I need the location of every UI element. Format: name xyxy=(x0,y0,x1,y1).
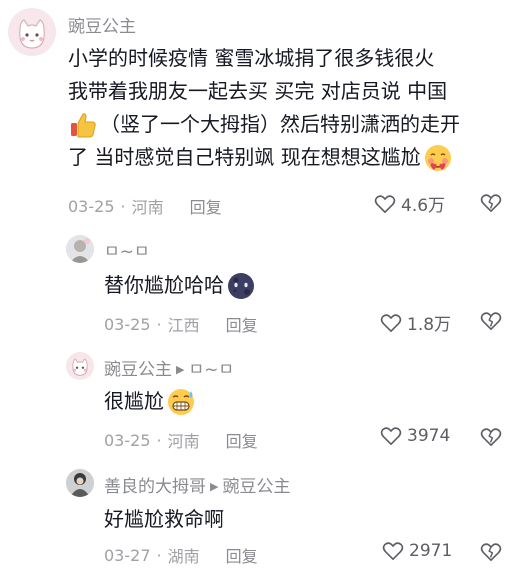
reply-button[interactable]: 回复 xyxy=(190,194,222,218)
comment-meta: 03-25 · 河南 回复 xyxy=(104,428,258,452)
broken-heart-icon xyxy=(480,194,502,212)
reply-button[interactable]: 回复 xyxy=(226,543,258,567)
reply-to-username[interactable]: 豌豆公主 xyxy=(222,477,290,497)
comment-location: 河南 xyxy=(167,432,200,451)
dark-moon-emoji-icon xyxy=(226,271,256,301)
avatar[interactable] xyxy=(66,352,94,380)
photo-avatar-icon xyxy=(66,235,94,263)
like-count: 1.8万 xyxy=(407,315,452,335)
broken-heart-icon xyxy=(480,428,502,446)
comment-date: 03-25 xyxy=(104,430,151,450)
reply-arrow-icon: ▶ xyxy=(176,363,185,376)
comment-date: 03-25 xyxy=(104,314,151,334)
heart-icon xyxy=(382,542,404,560)
broken-heart-icon xyxy=(480,543,502,561)
comment-item: 善良的大拇哥 ▶ 豌豆公主 好尴尬救命啊 03-27 · 湖南 回复 2971 xyxy=(0,459,527,574)
comment-line: 小学的时候疫情 蜜雪冰城捐了很多钱很火 xyxy=(68,46,435,70)
username[interactable]: 豌豆公主 ▶ ㅁ~ㅁ xyxy=(104,355,234,380)
comment-location: 江西 xyxy=(167,316,200,335)
reply-arrow-icon: ▶ xyxy=(210,480,219,493)
broken-heart-icon xyxy=(480,312,502,330)
username[interactable]: 豌豆公主 xyxy=(68,12,136,37)
comment-line: （竖了一个大拇指）然后特别潇洒的走开 xyxy=(68,108,518,141)
comment-date: 03-25 xyxy=(68,196,115,216)
comment-text: 好尴尬救命啊 xyxy=(104,507,224,531)
meta-separator: · xyxy=(156,314,162,334)
username[interactable]: 善良的大拇哥 ▶ 豌豆公主 xyxy=(104,472,290,497)
heart-icon xyxy=(380,313,402,332)
comment-text: 很尴尬 xyxy=(104,385,196,418)
comment-item: 豌豆公主 ▶ ㅁ~ㅁ 很尴尬 03-25 · 河南 回复 3974 xyxy=(0,343,527,459)
reply-button[interactable]: 回复 xyxy=(226,312,258,336)
comment-meta: 03-27 · 湖南 回复 xyxy=(104,543,258,567)
comment-date: 03-27 xyxy=(104,545,151,565)
like-button[interactable]: 1.8万 xyxy=(380,310,451,335)
comment-location: 湖南 xyxy=(167,547,200,566)
dislike-button[interactable] xyxy=(480,311,502,335)
meta-separator: · xyxy=(120,196,126,216)
comment-line: 我带着我朋友一起去买 买完 对店员说 中国 xyxy=(68,79,448,103)
thumbs-up-emoji-icon xyxy=(68,110,98,140)
comment-item: ㅁ~ㅁ 替你尴尬哈哈 03-25 · 江西 回复 1.8万 xyxy=(0,225,527,343)
cat-avatar-icon xyxy=(8,8,56,56)
reply-to-username[interactable]: ㅁ~ㅁ xyxy=(188,360,234,380)
like-count: 3974 xyxy=(407,426,451,446)
comment-meta: 03-25 · 江西 回复 xyxy=(104,312,258,336)
like-count: 4.6万 xyxy=(401,196,446,216)
meta-separator: · xyxy=(156,545,162,565)
comment-location: 河南 xyxy=(131,198,164,217)
cat-avatar-icon xyxy=(66,352,94,380)
like-button[interactable]: 3974 xyxy=(380,426,450,446)
like-count: 2971 xyxy=(409,541,453,561)
dislike-button[interactable] xyxy=(480,193,502,217)
username[interactable]: ㅁ~ㅁ xyxy=(104,237,150,262)
comment-item: 豌豆公主 小学的时候疫情 蜜雪冰城捐了很多钱很火 我带着我朋友一起去买 买完 对… xyxy=(0,0,527,225)
heart-icon xyxy=(380,427,402,445)
comment-line: 了 当时感觉自己特别飒 现在想想这尴尬 xyxy=(68,141,518,174)
dislike-button[interactable] xyxy=(480,542,502,566)
reply-button[interactable]: 回复 xyxy=(226,428,258,452)
dislike-button[interactable] xyxy=(480,427,502,451)
avatar[interactable] xyxy=(66,235,94,263)
grimacing-sweat-emoji-icon xyxy=(166,387,196,417)
photo-avatar-icon xyxy=(66,469,94,497)
comment-text: 小学的时候疫情 蜜雪冰城捐了很多钱很火 我带着我朋友一起去买 买完 对店员说 中… xyxy=(68,42,518,174)
like-button[interactable]: 2971 xyxy=(382,541,452,561)
comment-text: 替你尴尬哈哈 xyxy=(104,269,256,302)
avatar[interactable] xyxy=(8,8,56,56)
blushing-face-emoji-icon xyxy=(423,143,453,173)
avatar[interactable] xyxy=(66,469,94,497)
comment-meta: 03-25 · 河南 回复 xyxy=(68,194,222,218)
meta-separator: · xyxy=(156,430,162,450)
heart-icon xyxy=(374,194,396,213)
like-button[interactable]: 4.6万 xyxy=(374,191,445,216)
